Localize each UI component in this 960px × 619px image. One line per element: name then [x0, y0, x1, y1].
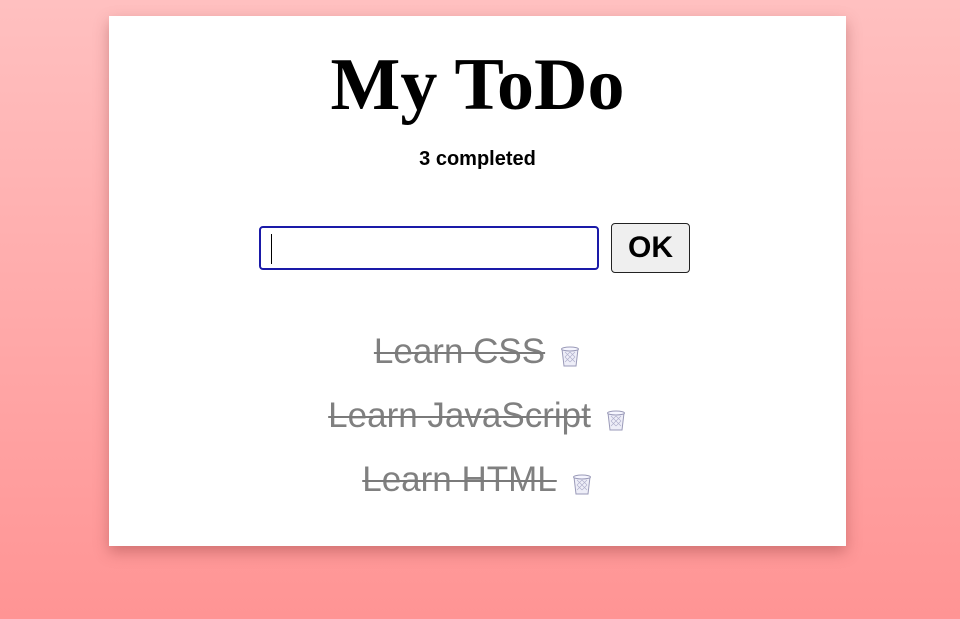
todo-label[interactable]: Learn CSS: [374, 332, 545, 372]
completed-count: 3 completed: [419, 148, 536, 170]
trash-icon[interactable]: [571, 472, 593, 496]
ok-button[interactable]: OK: [611, 223, 690, 273]
todo-label[interactable]: Learn JavaScript: [328, 396, 591, 436]
page-title: My ToDo: [330, 44, 625, 126]
add-todo-form: OK: [259, 223, 690, 273]
todo-item: Learn HTML: [109, 448, 846, 512]
todo-item: Learn CSS: [109, 320, 846, 384]
todo-item: Learn JavaScript: [109, 384, 846, 448]
text-cursor: [271, 234, 272, 264]
trash-icon[interactable]: [605, 408, 627, 432]
todo-list: Learn CSS Learn JavaScript Learn HTML: [109, 320, 846, 512]
trash-icon[interactable]: [559, 344, 581, 368]
todo-input[interactable]: [259, 226, 599, 270]
todo-card: My ToDo 3 completed OK Learn CSS Learn J…: [109, 16, 846, 546]
todo-label[interactable]: Learn HTML: [362, 460, 557, 500]
